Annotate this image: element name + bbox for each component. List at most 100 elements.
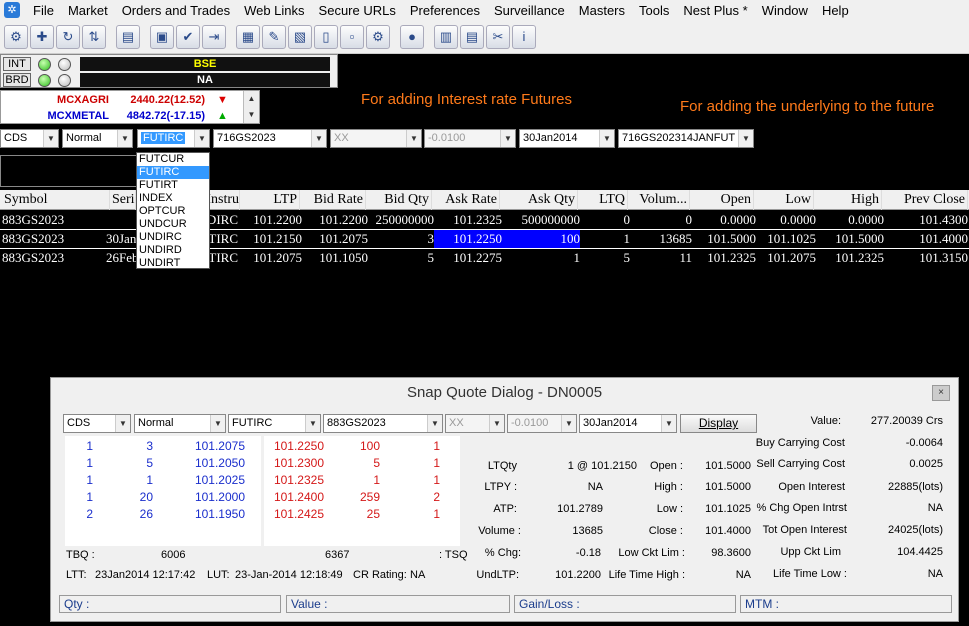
expiry-select[interactable]: 30Jan2014 ▼ (519, 129, 615, 148)
option-undird[interactable]: UNDIRD (137, 244, 209, 257)
gain-loss-field: Gain/Loss : (514, 595, 736, 613)
cell-low: 0.0000 (780, 212, 816, 227)
ask-row: 101.2425 25 1 (273, 507, 440, 521)
display-button[interactable]: Display (680, 414, 757, 433)
chevron-down-icon: ▼ (117, 130, 132, 147)
cell-ask-qty: 500000000 (521, 212, 581, 227)
stat-label: Low Ckt Lim : (618, 547, 685, 559)
option-optcur[interactable]: OPTCUR (137, 205, 209, 218)
cell-symbol: 883GS2023 (2, 212, 65, 227)
tbq-value: 6006 (161, 549, 186, 561)
right-stat-label: Value: (810, 415, 841, 427)
instrument-select[interactable]: FUTIRC ▼ (137, 129, 210, 148)
option-futirc[interactable]: FUTIRC (137, 166, 209, 179)
cell-ltp: 101.2150 (253, 231, 302, 246)
cell-bid-qty: 3 (427, 231, 435, 246)
sq-symbol-select[interactable]: 883GS2023 ▼ (323, 414, 443, 433)
option-futirt[interactable]: FUTIRT (137, 179, 209, 192)
symbol-select[interactable]: 716GS2023 ▼ (213, 129, 327, 148)
col-low[interactable]: Low (756, 190, 814, 210)
chevron-down-icon: ▼ (738, 130, 753, 147)
dialog-title: Snap Quote Dialog - DN0005 (406, 384, 603, 401)
col-open[interactable]: Open (692, 190, 754, 210)
cell-ltp: 101.2200 (253, 212, 302, 227)
cell-ltq: 5 (623, 250, 631, 265)
cell-high: 101.2325 (835, 250, 884, 265)
chevron-down-icon: ▼ (489, 415, 504, 432)
cell-bid-rate: 101.1050 (319, 250, 368, 265)
sq-book-select[interactable]: Normal ▼ (134, 414, 226, 433)
col-series[interactable]: Seri (112, 190, 136, 210)
option-type-select: XX ▼ (330, 129, 422, 148)
right-stat-value: 0.0025 (909, 458, 943, 470)
qty-field: Qty : (59, 595, 281, 613)
close-icon[interactable]: × (932, 385, 950, 401)
right-stat-label: Open Interest (778, 481, 845, 493)
sq-instrument-select[interactable]: FUTIRC ▼ (228, 414, 321, 433)
chevron-down-icon: ▼ (305, 415, 320, 432)
col-volume[interactable]: Volum... (630, 190, 690, 210)
chevron-down-icon: ▼ (115, 415, 130, 432)
col-bid-qty[interactable]: Bid Qty (368, 190, 432, 210)
cell-ask-rate: 101.2325 (453, 212, 502, 227)
chevron-down-icon: ▼ (427, 415, 442, 432)
arrow-line-2 (357, 104, 541, 131)
instrument-dropdown-list[interactable]: FUTCUR FUTIRC FUTIRT INDEX OPTCUR UNDCUR… (136, 152, 210, 269)
option-undcur[interactable]: UNDCUR (137, 218, 209, 231)
stat-label: Open : (649, 460, 683, 472)
instrument-selection-bar: CDS ▼ Normal ▼ FUTIRC ▼ 716GS2023 ▼ XX ▼ -0.0… (0, 128, 969, 150)
option-undirt[interactable]: UNDIRT (137, 257, 209, 270)
stat-label: Life Time High : (608, 569, 685, 581)
col-ask-qty[interactable]: Ask Qty (502, 190, 578, 210)
col-symbol[interactable]: Symbol (4, 190, 110, 210)
right-stat-label: Buy Carrying Cost (755, 437, 845, 449)
cell-ltp: 101.2075 (253, 250, 302, 265)
chevron-down-icon: ▼ (561, 415, 576, 432)
chevron-down-icon: ▼ (311, 130, 326, 147)
col-high[interactable]: High (816, 190, 882, 210)
col-instrument[interactable]: Instru... (210, 190, 240, 210)
col-ltq[interactable]: LTQ (580, 190, 628, 210)
sq-strike-select: -0.0100 ▼ (507, 414, 577, 433)
right-stat-value: 277.20039 Crs (870, 415, 943, 427)
bid-row: 1 1 101.2025 (86, 473, 245, 487)
contract-select[interactable]: 716GS202314JANFUT ▼ (618, 129, 754, 148)
stat-label: LTPY : (484, 481, 517, 493)
cell-bid-qty: 250000000 (375, 212, 435, 227)
sq-exchange-select[interactable]: CDS ▼ (63, 414, 131, 433)
option-futcur[interactable]: FUTCUR (137, 153, 209, 166)
bid-row: 1 20 101.2000 (86, 490, 245, 504)
col-ask-rate[interactable]: Ask Rate (434, 190, 500, 210)
option-index[interactable]: INDEX (137, 192, 209, 205)
right-stat-value: 24025(lots) (887, 524, 943, 536)
cr-rating-label: CR Rating: (353, 569, 407, 581)
chevron-down-icon: ▼ (194, 130, 209, 147)
chevron-down-icon: ▼ (43, 130, 58, 147)
book-select[interactable]: Normal ▼ (62, 129, 133, 148)
cell-ltq: 0 (623, 212, 631, 227)
cell-bid-rate: 101.2200 (319, 212, 368, 227)
stat-label: ATP: (493, 503, 517, 515)
sq-expiry-select[interactable]: 30Jan2014 ▼ (579, 414, 677, 433)
cell-bid-qty: 5 (427, 250, 435, 265)
ask-row: 101.2300 5 1 (273, 456, 440, 470)
cell-ask-rate: 101.2250 (434, 230, 502, 248)
stat-label: LTQty (487, 460, 517, 472)
col-ltp[interactable]: LTP (240, 190, 300, 210)
cell-ltq: 1 (623, 231, 631, 246)
right-stat-label: Upp Ckt Lim (780, 546, 841, 558)
exchange-select[interactable]: CDS ▼ (0, 129, 59, 148)
right-stat-value: -0.0064 (905, 437, 943, 449)
ask-row: 101.2400 259 2 (273, 490, 440, 504)
option-undirc[interactable]: UNDIRC (137, 231, 209, 244)
cell-bid-rate: 101.2075 (319, 231, 368, 246)
ltt-label: LTT: (66, 569, 87, 581)
chevron-down-icon: ▼ (500, 130, 515, 147)
stat-value: 101.2200 (555, 569, 601, 581)
tbq-label: TBQ : (66, 549, 95, 561)
strike-select: -0.0100 ▼ (424, 129, 516, 148)
col-prev-close[interactable]: Prev Close (884, 190, 968, 210)
cell-ask-qty: 1 (573, 250, 581, 265)
cell-ask-qty: 100 (502, 230, 580, 248)
col-bid-rate[interactable]: Bid Rate (302, 190, 366, 210)
